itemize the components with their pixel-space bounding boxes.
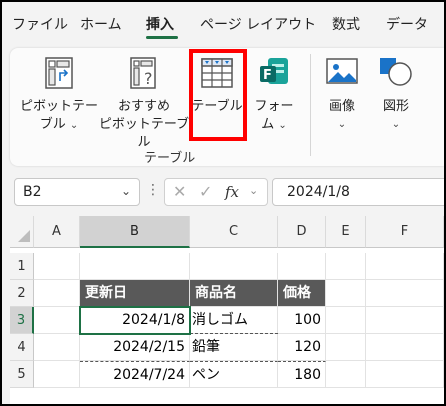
group-separator (310, 54, 311, 156)
recommended-pivot-button[interactable]: ? おすすめ ピボットテーブル (98, 56, 190, 152)
table-button-highlight (189, 49, 247, 141)
forms-label-2: ム (261, 117, 275, 132)
row-header-3[interactable]: 3 (10, 307, 34, 334)
pivot-table-label-2: ブル (39, 117, 66, 132)
column-header-f[interactable]: F (366, 216, 444, 248)
forms-label-1: フォー (254, 99, 294, 114)
table-header-date[interactable]: 更新日 (80, 280, 190, 307)
table-cell-price[interactable]: 100 (278, 307, 326, 334)
cell[interactable] (34, 334, 80, 361)
table-header-price[interactable]: 価格 (278, 280, 326, 307)
cell[interactable] (278, 253, 326, 280)
cell[interactable] (326, 361, 366, 388)
image-icon (325, 56, 359, 86)
cell[interactable] (366, 280, 444, 307)
table-cell-price[interactable]: 120 (278, 334, 326, 361)
column-header-b[interactable]: B (80, 216, 190, 248)
cell[interactable] (34, 280, 80, 307)
table-cell-product[interactable]: ペン (190, 361, 278, 388)
more-options-icon[interactable]: ⋮ (146, 182, 160, 198)
formula-value: 2024/1/8 (287, 184, 350, 200)
pivot-table-label-1: ピボットテー (19, 99, 98, 114)
row-header-5[interactable]: 5 (10, 361, 34, 388)
recommended-pivot-icon: ? (129, 56, 159, 90)
formula-bar: B2 ⌄ ⋮ ✕ ✓ fx ⌄ 2024/1/8 (10, 178, 444, 208)
chevron-down-icon: ⌄ (391, 119, 401, 130)
tab-page-layout[interactable]: ページ レイアウト (200, 14, 316, 34)
cell[interactable] (34, 253, 80, 280)
cell[interactable] (190, 253, 278, 280)
excel-window: ファイル ホーム 挿入 ページ レイアウト 数式 データ ピボットテー ブル ⌄ (0, 0, 446, 406)
tab-home[interactable]: ホーム (80, 14, 122, 34)
spreadsheet-grid: A B C D E F 1 2 3 4 5 更新日 商品名 価格 2024/1/… (10, 216, 444, 404)
cell[interactable] (326, 280, 366, 307)
recommended-pivot-label-1: おすすめ (117, 99, 170, 114)
insert-function-icon[interactable]: fx (225, 183, 239, 201)
cell[interactable] (326, 334, 366, 361)
cell[interactable] (326, 253, 366, 280)
shapes-icon (378, 56, 414, 86)
chevron-down-icon: ⌄ (337, 119, 347, 130)
cell[interactable] (366, 334, 444, 361)
menu-tabs: ファイル ホーム 挿入 ページ レイアウト 数式 データ (2, 2, 444, 46)
row-header-4[interactable]: 4 (10, 334, 34, 361)
tab-insert[interactable]: 挿入 (146, 14, 174, 34)
cancel-icon[interactable]: ✕ (173, 182, 186, 201)
ribbon-group-label: テーブル (144, 151, 196, 166)
table-cell-date[interactable]: 2024/7/24 (80, 361, 190, 388)
cell[interactable] (366, 253, 444, 280)
table-cell-product[interactable]: 鉛筆 (190, 334, 278, 361)
column-header-c[interactable]: C (190, 216, 278, 248)
active-tab-indicator (146, 36, 178, 39)
table-cell-product[interactable]: 消しゴム (190, 307, 278, 334)
pivot-table-button[interactable]: ピボットテー ブル ⌄ (18, 56, 100, 135)
cell[interactable] (366, 307, 444, 334)
cell[interactable] (34, 307, 80, 334)
svg-text:?: ? (144, 69, 153, 88)
tab-data[interactable]: データ (386, 14, 428, 34)
tab-file[interactable]: ファイル (12, 14, 68, 34)
table-header-product[interactable]: 商品名 (190, 280, 278, 307)
cell[interactable] (366, 361, 444, 388)
chevron-down-icon: ⌄ (120, 184, 131, 198)
chevron-down-icon: ⌄ (69, 120, 79, 131)
column-header-a[interactable]: A (34, 216, 80, 248)
active-cell-outline (79, 306, 191, 335)
formula-input[interactable]: 2024/1/8 (272, 178, 444, 206)
images-label: 画像 (328, 99, 355, 114)
row-header-1[interactable]: 1 (10, 253, 34, 280)
name-box[interactable]: B2 ⌄ (14, 178, 140, 206)
forms-button[interactable]: F フォー ム ⌄ (248, 56, 300, 135)
shapes-button[interactable]: 図形 ⌄ (374, 56, 418, 134)
select-all-corner[interactable] (10, 216, 34, 248)
cell[interactable] (326, 307, 366, 334)
images-button[interactable]: 画像 ⌄ (318, 56, 366, 134)
shapes-label: 図形 (382, 99, 409, 114)
table-cell-date[interactable]: 2024/2/15 (80, 334, 190, 361)
cell[interactable] (34, 361, 80, 388)
chevron-down-icon[interactable]: ⌄ (249, 184, 258, 197)
column-header-e[interactable]: E (326, 216, 366, 248)
svg-text:F: F (263, 68, 272, 83)
formula-buttons: ✕ ✓ fx ⌄ (164, 178, 268, 206)
chevron-down-icon: ⌄ (278, 120, 287, 131)
column-header-d[interactable]: D (278, 216, 326, 248)
forms-icon: F (258, 56, 290, 90)
enter-icon[interactable]: ✓ (199, 182, 212, 201)
row-header-2[interactable]: 2 (10, 280, 34, 307)
pivot-table-icon (44, 56, 74, 90)
name-box-value: B2 (23, 184, 42, 200)
table-cell-price[interactable]: 180 (278, 361, 326, 388)
cell[interactable] (80, 253, 190, 280)
tab-formulas[interactable]: 数式 (332, 14, 360, 34)
copy-marquee (190, 333, 278, 334)
